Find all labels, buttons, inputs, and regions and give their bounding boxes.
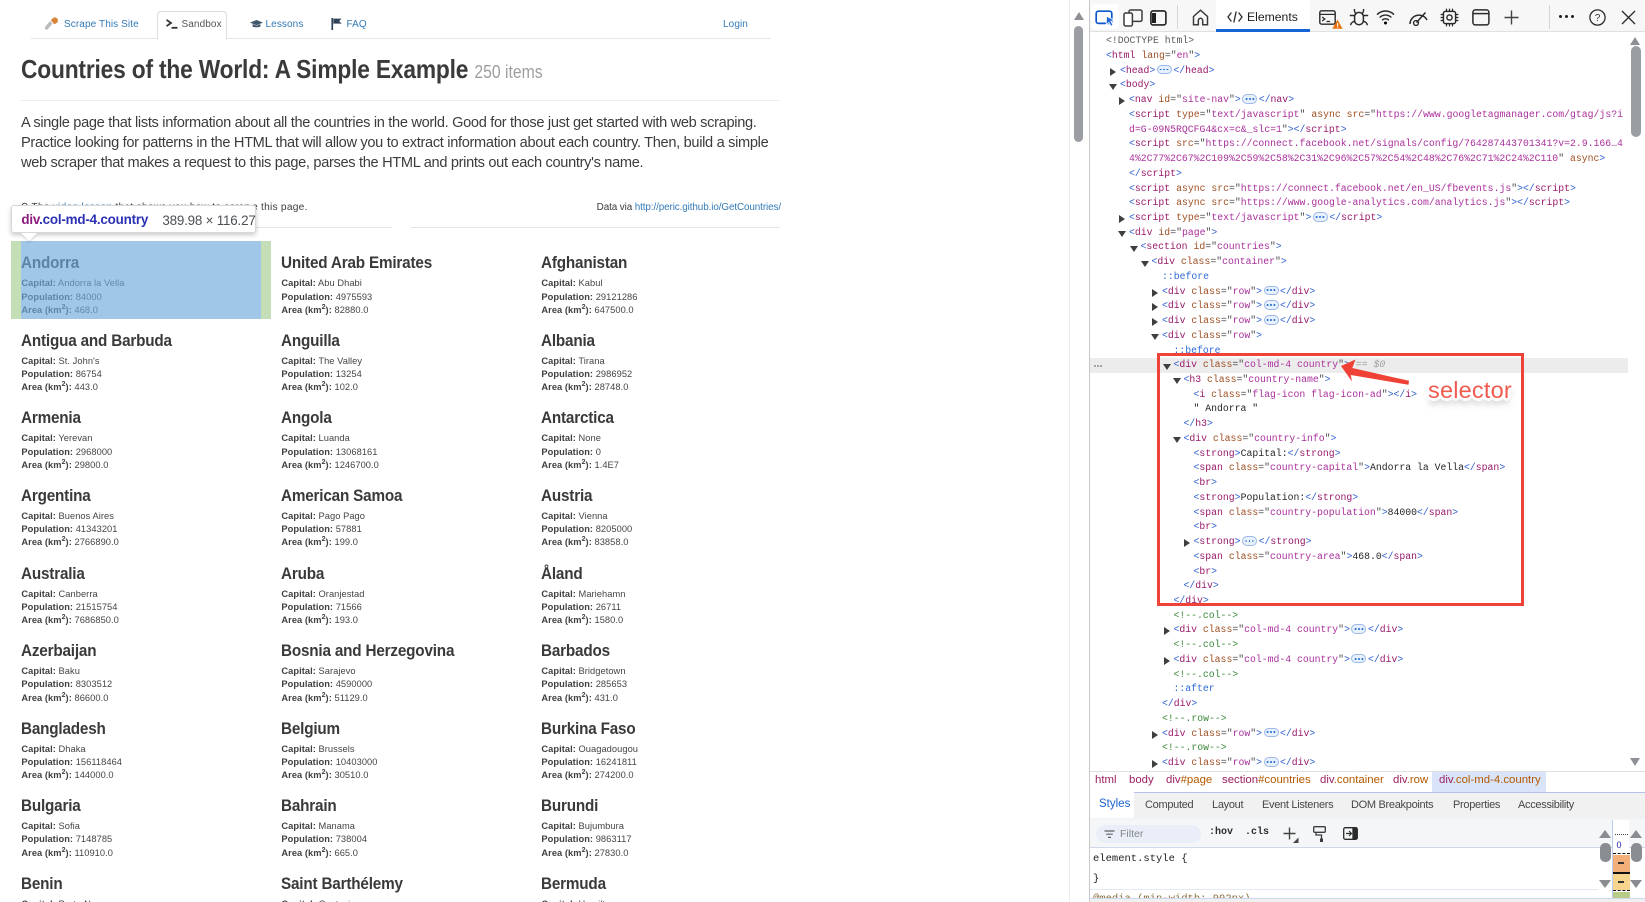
svg-text:?: ? [1595,13,1601,24]
